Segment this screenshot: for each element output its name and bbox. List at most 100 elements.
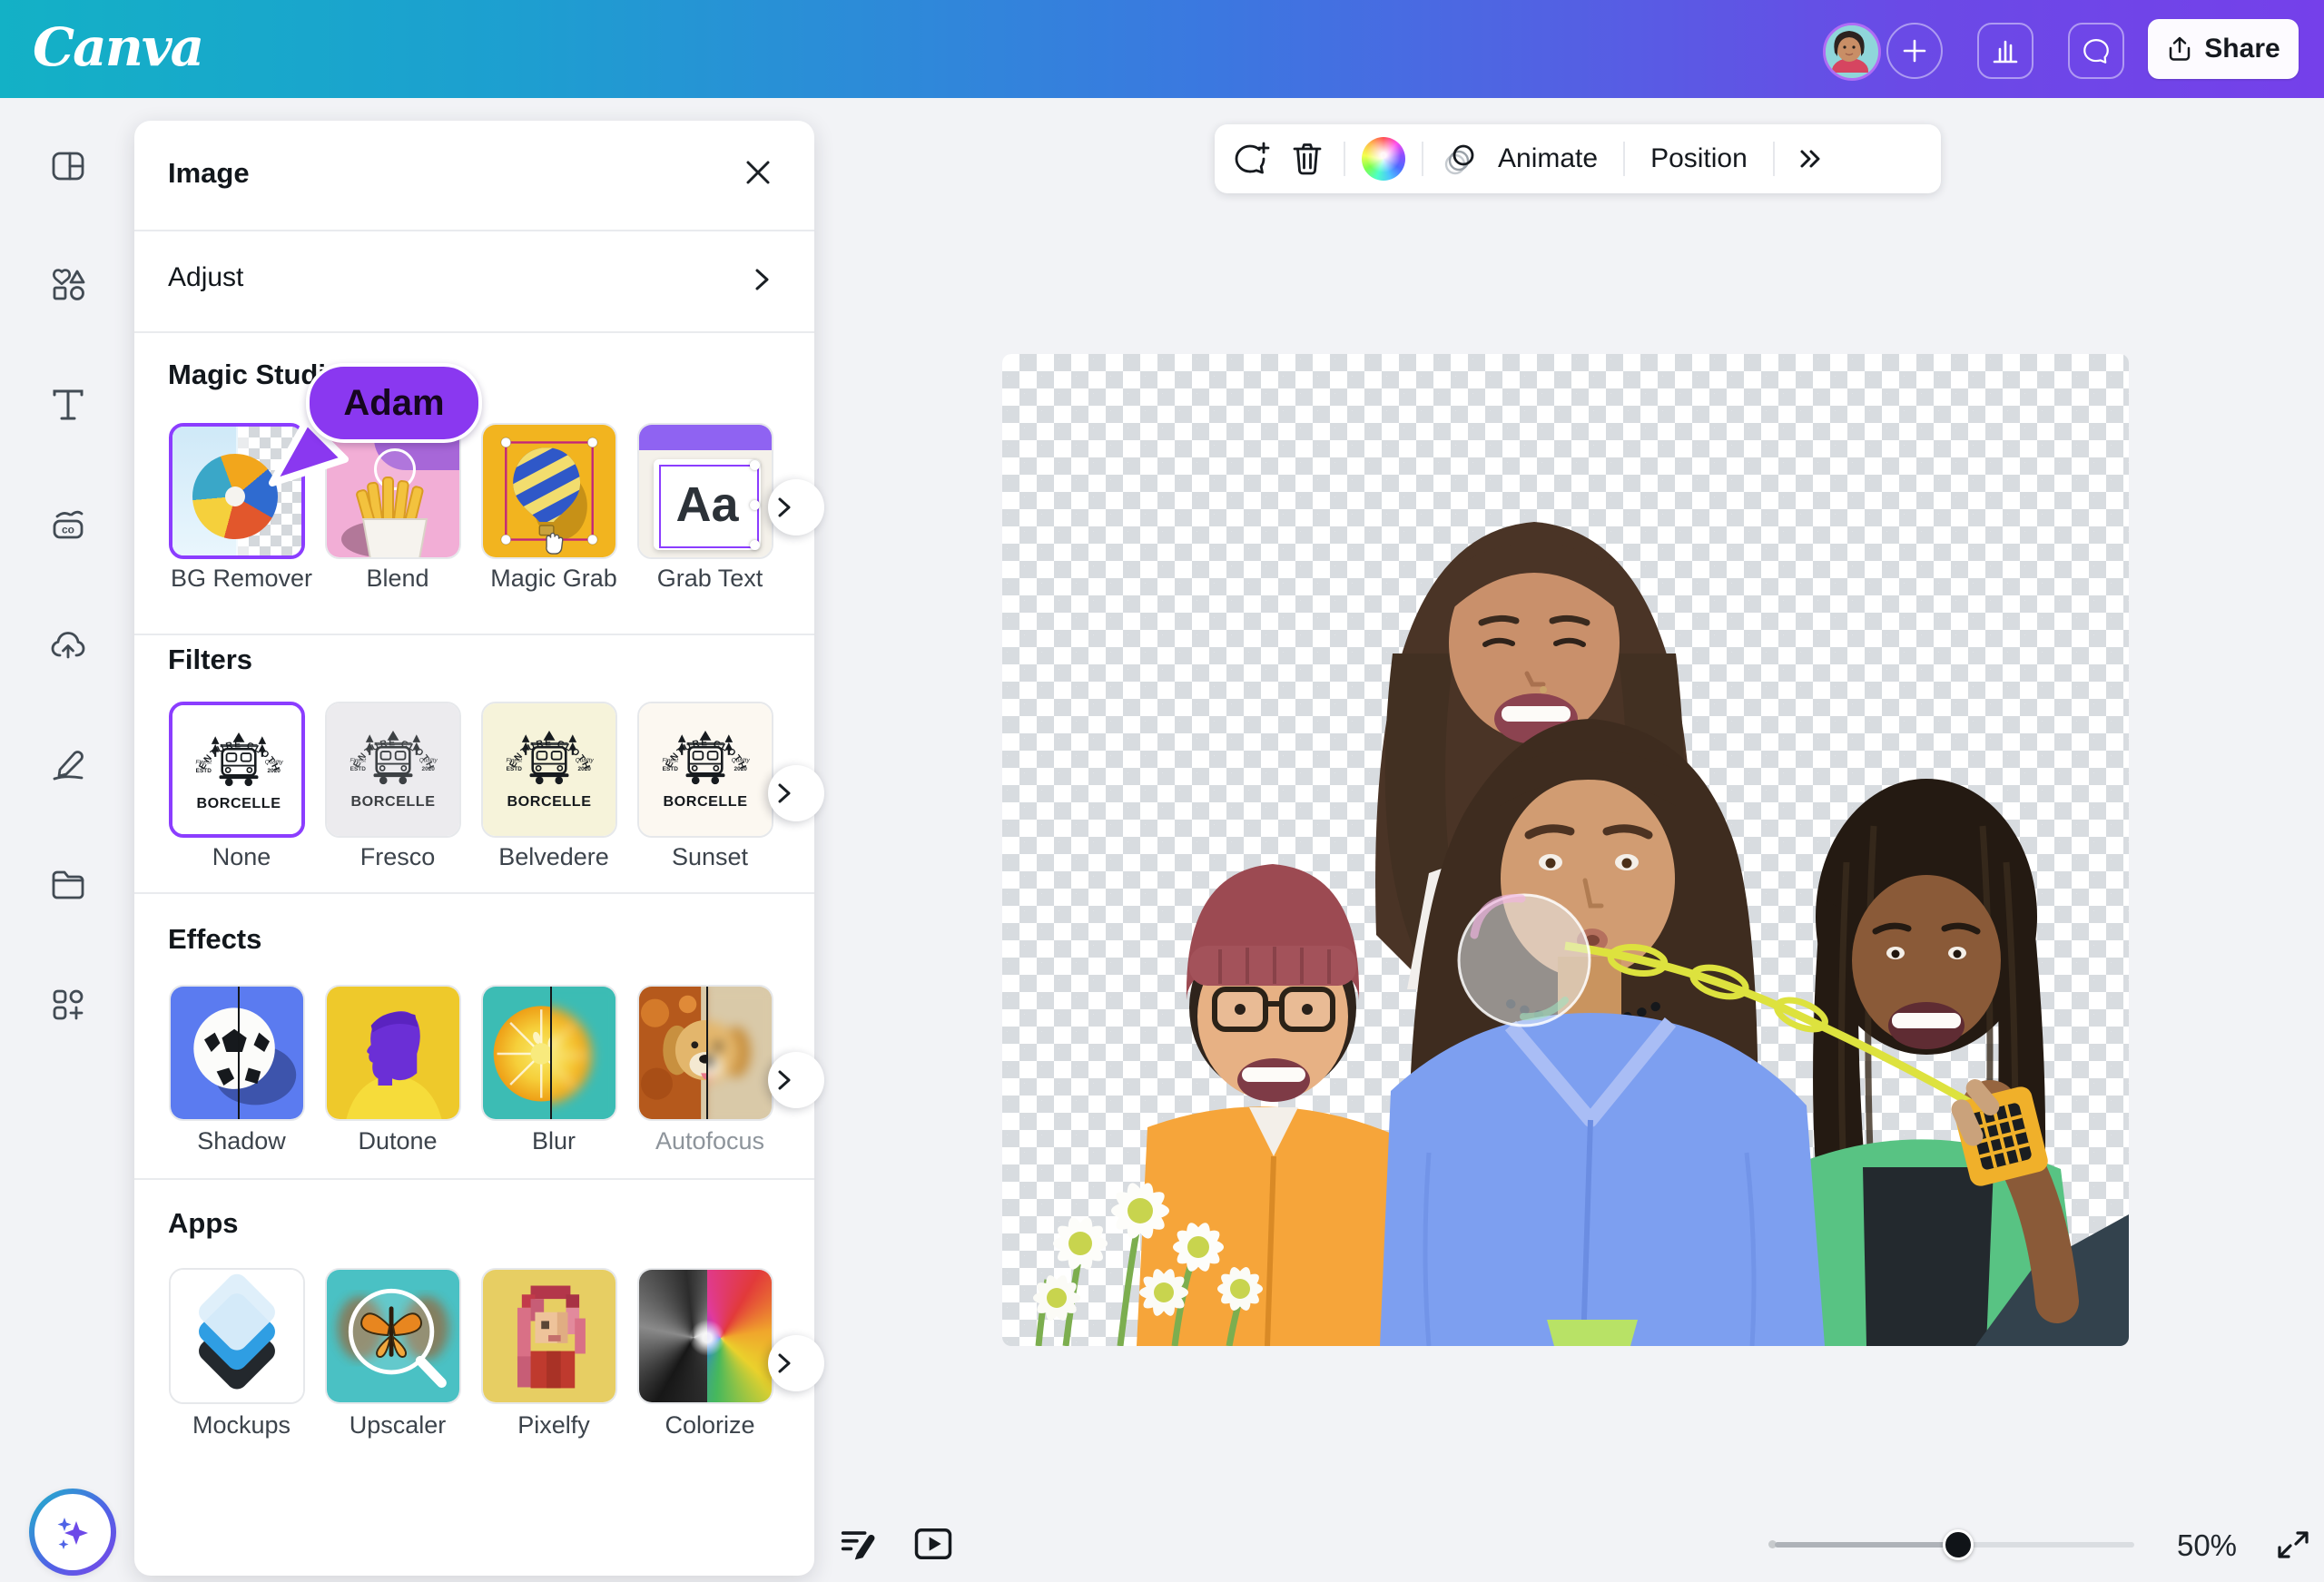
magic-sparkle-icon xyxy=(51,1510,94,1554)
sidebar-item-draw[interactable] xyxy=(47,744,89,786)
zoom-percentage[interactable]: 50% xyxy=(2166,1528,2248,1563)
section-title-filters: Filters xyxy=(168,644,252,676)
present-icon[interactable] xyxy=(911,1521,956,1567)
insights-button[interactable] xyxy=(1977,23,2034,79)
toolbar-divider xyxy=(1344,142,1345,176)
sidebar-item-uploads[interactable] xyxy=(47,624,89,666)
svg-text:co: co xyxy=(62,524,74,536)
plus-icon xyxy=(1901,37,1928,64)
collaborator-name: Adam xyxy=(343,383,444,424)
share-button[interactable]: Share xyxy=(2148,19,2299,79)
chevron-right-icon xyxy=(773,496,796,519)
canva-logo[interactable]: Canva xyxy=(33,16,202,78)
toolbar-divider xyxy=(1422,142,1423,176)
fullscreen-icon[interactable] xyxy=(2273,1525,2313,1565)
sidebar-item-text[interactable] xyxy=(47,384,89,426)
add-comment-icon[interactable] xyxy=(1231,139,1271,179)
tile-app-colorize[interactable] xyxy=(637,1268,773,1404)
scroll-right-button[interactable] xyxy=(768,1335,824,1391)
tile-app-mockups[interactable] xyxy=(169,1268,305,1404)
section-title-effects: Effects xyxy=(168,923,261,956)
balloon-art xyxy=(483,425,615,557)
apps-grid-icon xyxy=(47,984,89,1026)
tile-label: Magic Grab xyxy=(463,565,645,593)
design-canvas[interactable] xyxy=(1002,354,2129,1346)
tile-effect-blur[interactable] xyxy=(481,985,617,1121)
sidebar-item-design[interactable] xyxy=(47,145,89,187)
tile-effect-shadow[interactable] xyxy=(169,985,305,1121)
tile-label: Pixelfy xyxy=(463,1411,645,1440)
comments-button[interactable] xyxy=(2068,23,2124,79)
notes-icon[interactable] xyxy=(835,1521,881,1567)
tile-filter-belvedere[interactable] xyxy=(481,702,617,838)
tile-app-upscaler[interactable] xyxy=(325,1268,461,1404)
tile-label: Shadow xyxy=(151,1127,332,1155)
draw-pen-icon xyxy=(47,744,89,786)
object-toolbar: Animate Position xyxy=(1215,124,1941,193)
zoom-slider-fill xyxy=(1775,1542,1956,1548)
delete-icon[interactable] xyxy=(1287,139,1327,179)
close-icon[interactable] xyxy=(741,155,775,190)
tile-label: Blend xyxy=(307,565,488,593)
chevron-right-icon xyxy=(773,781,796,805)
magic-assistant-button[interactable] xyxy=(29,1489,116,1576)
top-bar: Canva Share xyxy=(0,0,2324,98)
collaborator-name-badge: Adam xyxy=(306,363,482,443)
chevron-right-icon xyxy=(773,1351,796,1375)
adjust-row[interactable]: Adjust xyxy=(134,231,814,331)
brand-icon: co xyxy=(47,505,89,546)
tile-effect-autofocus[interactable] xyxy=(637,985,773,1121)
scroll-right-button[interactable] xyxy=(768,479,824,536)
bar-chart-icon xyxy=(1991,36,2020,65)
toolbar-divider xyxy=(1773,142,1775,176)
chat-bubble-icon xyxy=(2081,35,2112,66)
tile-label: Sunset xyxy=(619,843,801,871)
tile-label: Dutone xyxy=(307,1127,488,1155)
duotone-portrait-art xyxy=(327,987,459,1119)
zoom-slider-knob[interactable] xyxy=(1943,1529,1974,1560)
design-icon xyxy=(47,145,89,187)
tile-label: Upscaler xyxy=(307,1411,488,1440)
sidebar-item-brand[interactable]: co xyxy=(47,505,89,546)
tile-magic-grab[interactable] xyxy=(481,423,617,559)
color-picker[interactable] xyxy=(1362,137,1405,181)
tile-filter-fresco[interactable] xyxy=(325,702,461,838)
tile-label: Fresco xyxy=(307,843,488,871)
folder-icon xyxy=(47,864,89,906)
add-design-button[interactable] xyxy=(1886,23,1943,79)
tile-effect-dutone[interactable] xyxy=(325,985,461,1121)
animate-button[interactable]: Animate xyxy=(1489,143,1607,174)
soccer-ball-art xyxy=(171,987,303,1119)
tile-label: None xyxy=(151,843,332,871)
share-label: Share xyxy=(2204,34,2280,64)
tile-filter-none[interactable] xyxy=(169,702,305,838)
pixelfy-art xyxy=(483,1270,615,1402)
divider xyxy=(134,1178,814,1180)
position-button[interactable]: Position xyxy=(1641,143,1757,174)
tile-label: BG Remover xyxy=(151,565,332,593)
chevron-right-icon xyxy=(773,1068,796,1092)
tile-app-pixelfy[interactable] xyxy=(481,1268,617,1404)
panel-title: Image xyxy=(168,157,250,190)
sidebar-item-elements[interactable] xyxy=(47,264,89,306)
sidebar-item-projects[interactable] xyxy=(47,864,89,906)
tile-grab-text[interactable]: Aa xyxy=(637,423,773,559)
tile-label: Mockups xyxy=(151,1411,332,1440)
scroll-right-button[interactable] xyxy=(768,765,824,821)
tile-label: Belvedere xyxy=(463,843,645,871)
avatar[interactable] xyxy=(1823,23,1881,81)
upscaler-art xyxy=(327,1270,459,1402)
tile-filter-sunset[interactable] xyxy=(637,702,773,838)
share-upload-icon xyxy=(2166,35,2193,63)
text-selection-frame xyxy=(659,465,759,548)
elements-icon xyxy=(47,264,89,306)
scroll-right-button[interactable] xyxy=(768,1052,824,1108)
divider xyxy=(134,331,814,333)
sidebar-item-apps[interactable] xyxy=(47,984,89,1026)
tile-label: Autofocus xyxy=(619,1127,801,1155)
divider xyxy=(134,634,814,635)
tile-label: Grab Text xyxy=(619,565,801,593)
more-options-icon[interactable] xyxy=(1791,141,1827,177)
toolbar-divider xyxy=(1623,142,1625,176)
photo-four-friends xyxy=(1002,354,2129,1346)
